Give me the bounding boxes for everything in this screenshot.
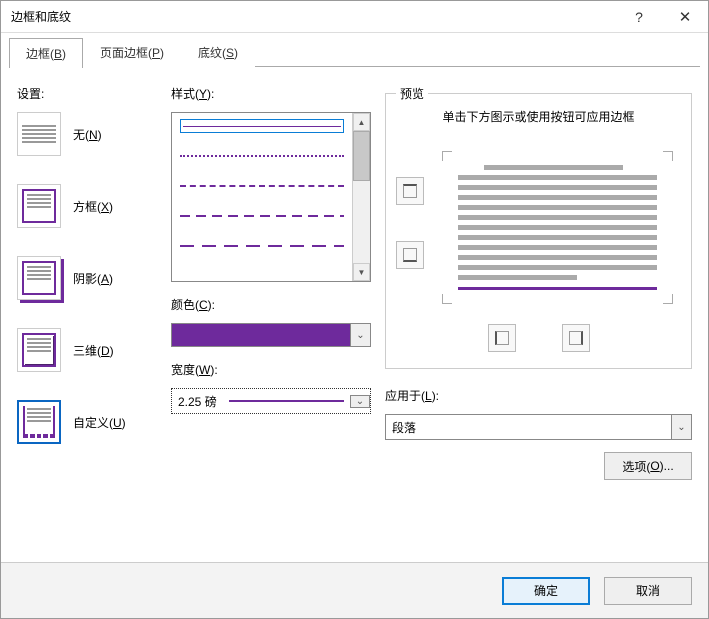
setting-3d-label: 三维(D) [73,342,114,359]
width-label: 宽度(W): [171,361,371,378]
setting-none-label: 无(N) [73,126,102,143]
setting-box[interactable]: 方框(X) [17,184,157,228]
scroll-up-icon[interactable]: ▲ [353,113,370,131]
cancel-button[interactable]: 取消 [604,577,692,605]
setting-none[interactable]: 无(N) [17,112,157,156]
setting-shadow-icon [17,256,61,300]
style-listbox[interactable]: ▲ ▼ [171,112,371,282]
preview-area [396,151,681,304]
setting-shadow-label: 阴影(A) [73,270,113,287]
setting-shadow[interactable]: 阴影(A) [17,256,157,300]
borders-shading-dialog: 边框和底纹 ? ✕ 边框(B) 页面边框(P) 底纹(S) 设置: 无(N) 方… [0,0,709,619]
preview-page[interactable] [434,151,681,304]
style-option-dashed-large[interactable] [180,239,344,253]
color-swatch [171,323,351,347]
border-bottom-button[interactable] [396,241,424,269]
style-option-dashed-small[interactable] [180,179,344,193]
preview-fieldset: 预览 单击下方图示或使用按钮可应用边框 [385,85,692,369]
ok-button[interactable]: 确定 [502,577,590,605]
setting-custom[interactable]: 自定义(U) [17,400,157,444]
setting-custom-icon [17,400,61,444]
border-right-icon [569,331,583,345]
style-column: 样式(Y): ▲ ▼ 颜色(C): ⌄ [171,85,371,554]
tab-strip: 边框(B) 页面边框(P) 底纹(S) [1,33,708,67]
setting-3d[interactable]: 三维(D) [17,328,157,372]
color-label: 颜色(C): [171,296,371,313]
width-dropdown-button[interactable]: ⌄ [350,395,370,408]
apply-to-dropdown[interactable]: 段落 ⌄ [385,414,692,440]
border-right-button[interactable] [562,324,590,352]
dialog-title: 边框和底纹 [11,8,616,25]
chevron-down-icon: ⌄ [356,330,364,341]
chevron-down-icon: ⌄ [677,422,685,433]
style-option-solid[interactable] [180,119,344,133]
setting-custom-label: 自定义(U) [73,414,126,431]
scroll-down-icon[interactable]: ▼ [353,263,370,281]
settings-label: 设置: [17,85,157,102]
tab-shading[interactable]: 底纹(S) [181,37,255,67]
preview-column: 预览 单击下方图示或使用按钮可应用边框 [385,85,692,554]
style-items [172,113,352,281]
style-option-dotted[interactable] [180,149,344,163]
border-top-icon [403,184,417,198]
titlebar: 边框和底纹 ? ✕ [1,1,708,33]
color-dropdown-button[interactable]: ⌄ [351,323,371,347]
apply-dropdown-button[interactable]: ⌄ [671,415,691,439]
border-top-button[interactable] [396,177,424,205]
border-left-icon [495,331,509,345]
setting-none-icon [17,112,61,156]
style-scrollbar[interactable]: ▲ ▼ [352,113,370,281]
setting-box-icon [17,184,61,228]
close-button[interactable]: ✕ [662,2,708,32]
preview-legend: 预览 [396,85,428,102]
style-option-dashed-medium[interactable] [180,209,344,223]
tab-border[interactable]: 边框(B) [9,38,83,68]
setting-box-label: 方框(X) [73,198,113,215]
width-value: 2.25 磅 [172,393,223,410]
content-area: 设置: 无(N) 方框(X) 阴影(A) [1,67,708,554]
options-button[interactable]: 选项(O)... [604,452,692,480]
chevron-down-icon: ⌄ [356,396,364,407]
width-picker[interactable]: 2.25 磅 ⌄ [171,388,371,414]
preview-horizontal-buttons [396,324,681,352]
help-button[interactable]: ? [616,2,662,32]
width-preview-line [229,400,344,402]
preview-hint: 单击下方图示或使用按钮可应用边框 [396,108,681,127]
preview-paragraph [458,165,657,290]
border-left-button[interactable] [488,324,516,352]
style-label: 样式(Y): [171,85,371,102]
tab-page-border[interactable]: 页面边框(P) [83,37,181,67]
scroll-thumb[interactable] [353,131,370,181]
settings-column: 设置: 无(N) 方框(X) 阴影(A) [17,85,157,554]
border-bottom-icon [403,248,417,262]
preview-vertical-buttons [396,151,424,304]
dialog-footer: 确定 取消 [1,562,708,618]
apply-to-value: 段落 [386,415,671,439]
apply-to-label: 应用于(L): [385,387,692,404]
setting-3d-icon [17,328,61,372]
color-picker[interactable]: ⌄ [171,323,371,347]
